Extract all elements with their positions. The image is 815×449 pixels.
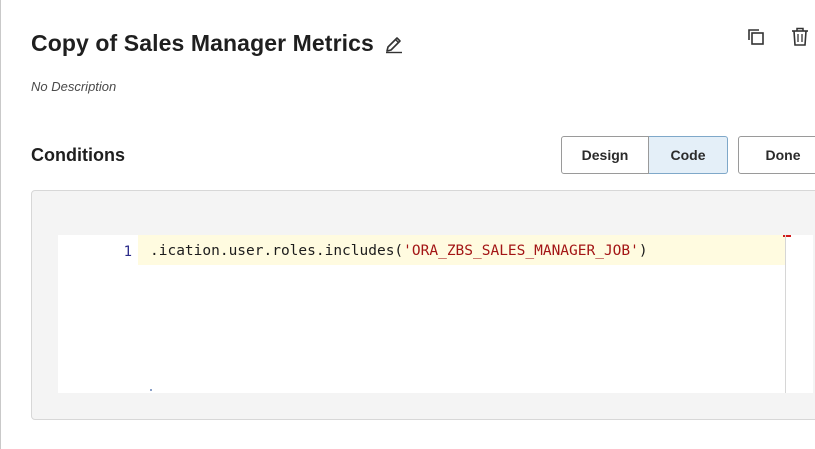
condition-panel: Copy of Sales Manager Metrics No Descrip… [0,0,815,449]
line-number: 1 [123,244,132,260]
code-button[interactable]: Code [649,136,728,174]
scroll-indicator [150,389,152,391]
print-margin [785,235,786,393]
header-actions [745,26,815,48]
trash-icon[interactable] [789,26,811,48]
duplicate-icon[interactable] [745,26,767,48]
conditions-heading: Conditions [31,145,125,165]
done-button[interactable]: Done [738,136,815,174]
pencil-icon[interactable] [384,34,404,54]
mode-toggle: Design Code Done [561,136,815,174]
design-button[interactable]: Design [561,136,649,174]
description-text: No Description [31,79,117,94]
code-line[interactable]: ​.ication.user.roles.includes('ORA_ZBS_S… [150,243,648,259]
code-string: 'ORA_ZBS_SALES_MANAGER_JOB' [403,243,639,259]
line-gutter: 1 [58,235,138,393]
code-editor[interactable]: 1 ​.ication.user.roles.includes('ORA_ZBS… [58,235,813,393]
code-text-end: ) [638,243,648,259]
code-editor-container: 1 ​.ication.user.roles.includes('ORA_ZBS… [31,190,815,420]
code-text: ​.ication.user.roles.includes( [150,243,404,259]
page-title: Copy of Sales Manager Metrics [31,30,374,56]
title-row: Copy of Sales Manager Metrics [31,30,404,57]
